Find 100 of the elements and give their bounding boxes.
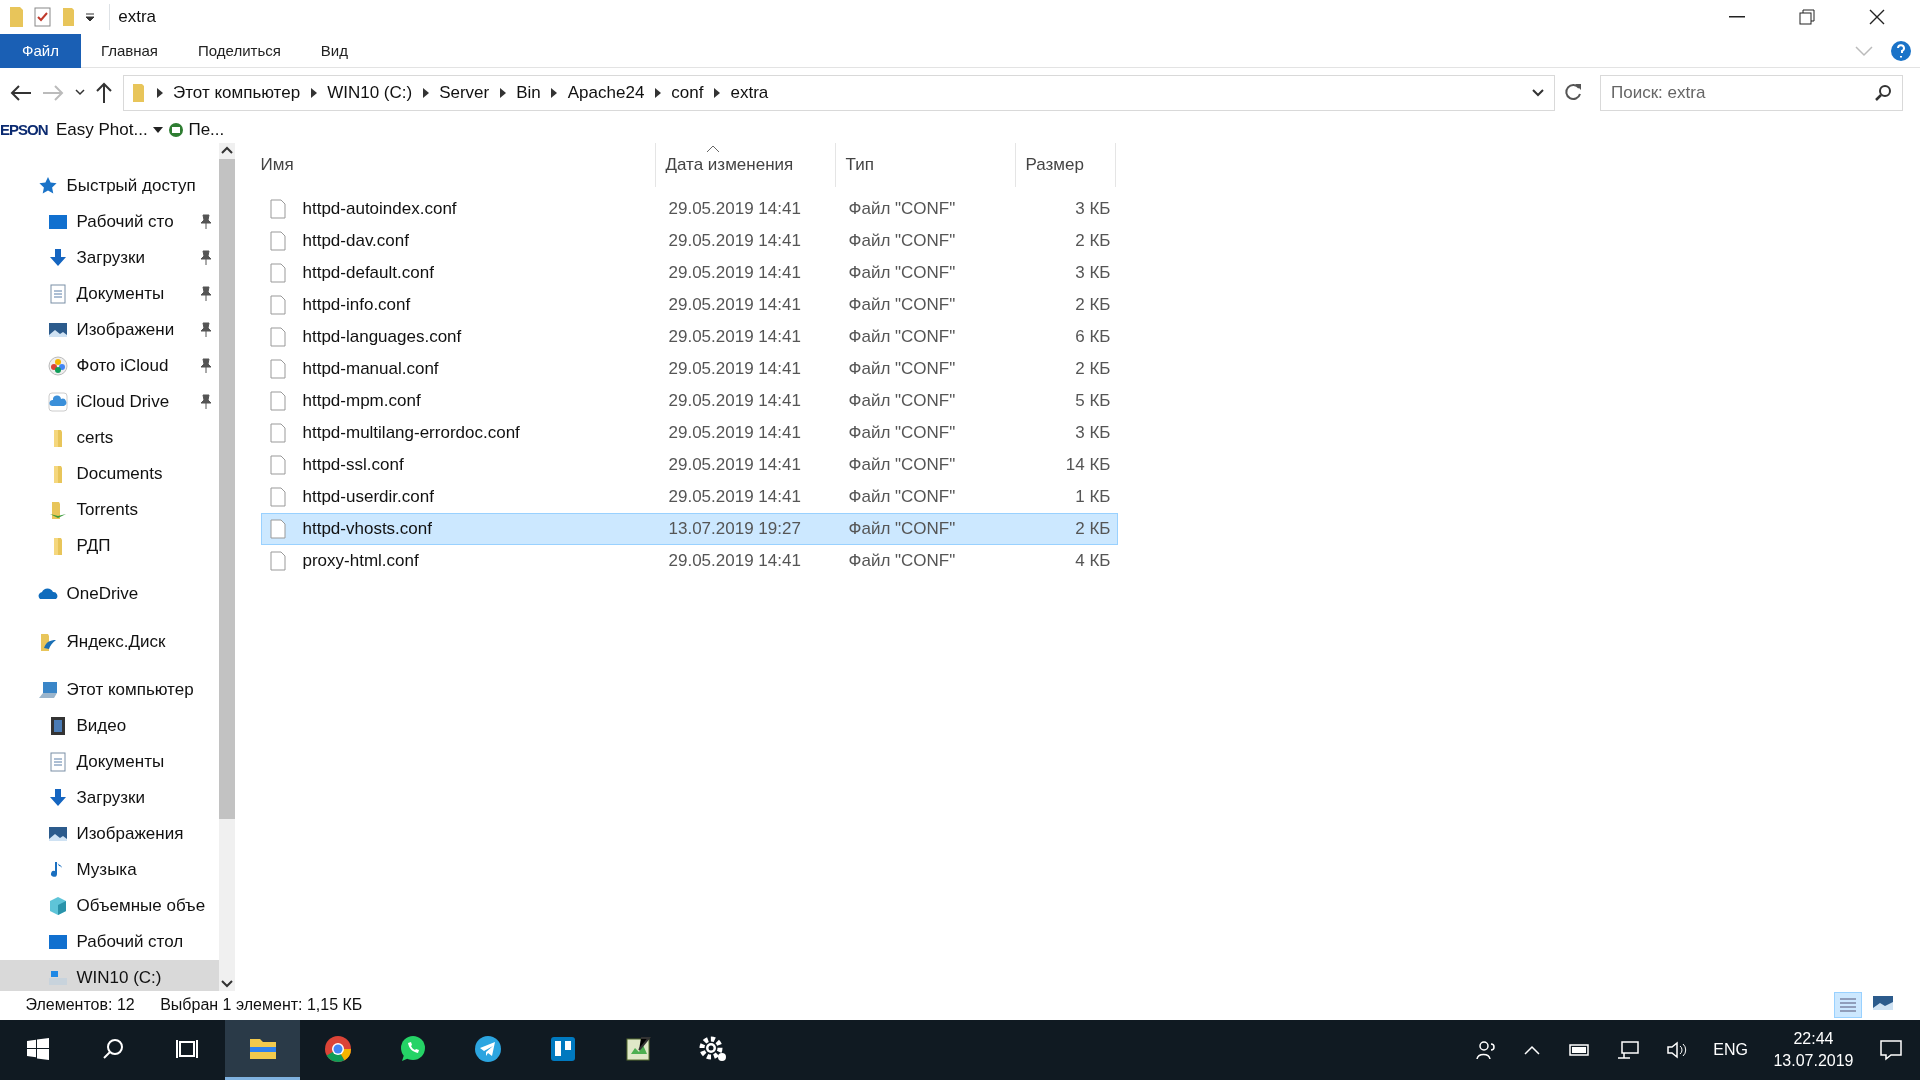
folder-icon	[8, 6, 25, 28]
up-arrow-icon[interactable]	[94, 80, 114, 105]
pin-icon[interactable]	[199, 286, 213, 302]
nav-item[interactable]: iCloud Drive	[0, 384, 219, 420]
language-indicator[interactable]: ENG	[1713, 1038, 1748, 1062]
back-arrow-icon[interactable]	[8, 82, 33, 103]
drive-icon	[48, 968, 68, 988]
nav-item[interactable]: Documents	[0, 456, 219, 492]
file-row[interactable]: httpd-userdir.conf 29.05.2019 14:41 Файл "CONF" 1 КБ	[260, 480, 1118, 513]
chevron-icon[interactable]	[1531, 87, 1545, 98]
ribbon-tab[interactable]: Главная	[80, 34, 178, 68]
column-header[interactable]: Размер	[1025, 151, 1084, 178]
file-row[interactable]: proxy-html.conf 29.05.2019 14:41 Файл "CONF" 4 КБ	[260, 544, 1118, 577]
nav-item[interactable]: Фото iCloud	[0, 348, 219, 384]
file-name: httpd-autoindex.conf	[302, 197, 457, 220]
toolbar-button[interactable]: Easy Phot...	[56, 117, 148, 143]
nav-item[interactable]: Загрузки	[0, 780, 219, 816]
nav-item[interactable]: РДП	[0, 528, 219, 564]
chevron-right-icon[interactable]	[420, 86, 431, 99]
file-type: Файл "CONF"	[847, 485, 957, 508]
file-type: Файл "CONF"	[847, 197, 957, 220]
checklist-icon[interactable]	[33, 7, 53, 27]
file-icon	[269, 198, 286, 219]
chevron-icon[interactable]	[73, 87, 86, 98]
ribbon-tab[interactable]: Файл	[0, 34, 81, 68]
down-arrow-icon	[48, 248, 68, 268]
file-size: 6 КБ	[1074, 325, 1112, 348]
file-row[interactable]: httpd-autoindex.conf 29.05.2019 14:41 Файл "CONF" 3 КБ	[260, 192, 1118, 225]
pin-icon[interactable]	[199, 214, 213, 230]
speaker-icon[interactable]	[1665, 1040, 1688, 1060]
file-row[interactable]: httpd-vhosts.conf 13.07.2019 19:27 Файл "CONF" 2 КБ	[260, 512, 1118, 545]
details-view-icon[interactable]	[1834, 992, 1862, 1019]
windows-logo-icon	[26, 1037, 49, 1060]
nav-item[interactable]: Видео	[0, 708, 219, 744]
nav-item[interactable]: Torrents	[0, 492, 219, 528]
help-icon[interactable]	[1889, 39, 1912, 62]
network-icon[interactable]	[1616, 1040, 1641, 1060]
nav-item[interactable]: Изображения	[0, 816, 219, 852]
chevron-up-icon[interactable]	[1523, 1044, 1542, 1056]
star-icon	[38, 176, 58, 196]
file-row[interactable]: httpd-languages.conf 29.05.2019 14:41 Файл "CONF" 6 КБ	[260, 320, 1118, 353]
nav-item[interactable]: Документы	[0, 276, 219, 312]
scrollbar[interactable]	[219, 142, 235, 991]
chevron-right-icon[interactable]	[154, 86, 165, 99]
file-row[interactable]: httpd-manual.conf 29.05.2019 14:41 Файл "CONF" 2 КБ	[260, 352, 1118, 385]
dropdown-icon[interactable]	[84, 11, 96, 23]
file-row[interactable]: httpd-mpm.conf 29.05.2019 14:41 Файл "CONF" 5 КБ	[260, 384, 1118, 417]
nav-item[interactable]: Этот компьютер	[0, 672, 219, 708]
search-field[interactable]: Поиск: extra	[1600, 74, 1903, 111]
file-size: 14 КБ	[1064, 453, 1112, 476]
column-header[interactable]: Имя	[260, 151, 294, 178]
ribbon-tab[interactable]: Поделиться	[178, 34, 301, 68]
column-header[interactable]: Дата изменения	[665, 151, 794, 178]
file-row[interactable]: httpd-multilang-errordoc.conf 29.05.2019 14:41 Файл "CONF" 3 КБ	[260, 416, 1118, 449]
nav-item[interactable]: WIN10 (C:)	[0, 960, 219, 991]
breadcrumb-item[interactable]: Server	[439, 79, 490, 106]
file-name: httpd-ssl.conf	[302, 453, 404, 476]
nav-item[interactable]: Документы	[0, 744, 219, 780]
file-type: Файл "CONF"	[847, 229, 957, 252]
ribbon-tab[interactable]: Вид	[300, 34, 368, 68]
nav-item[interactable]: Объемные объе	[0, 888, 219, 924]
chevron-right-icon[interactable]	[712, 86, 722, 99]
nav-item[interactable]: OneDrive	[0, 576, 219, 612]
breadcrumb-item[interactable]: Этот компьютер	[173, 79, 301, 106]
file-row[interactable]: httpd-dav.conf 29.05.2019 14:41 Файл "CONF" 2 КБ	[260, 224, 1118, 257]
chevron-right-icon[interactable]	[497, 86, 508, 99]
breadcrumb-item[interactable]: WIN10 (C:)	[327, 79, 413, 106]
notification-icon[interactable]	[1879, 1039, 1903, 1061]
down-arrow-icon	[48, 788, 68, 808]
file-row[interactable]: httpd-info.conf 29.05.2019 14:41 Файл "CONF" 2 КБ	[260, 288, 1118, 321]
breadcrumb-item[interactable]: Apache24	[567, 79, 645, 106]
taskbar-app-button[interactable]	[225, 1020, 300, 1080]
breadcrumb-item[interactable]: conf	[671, 79, 704, 106]
cube-icon	[48, 896, 68, 916]
pin-icon[interactable]	[199, 250, 213, 266]
pin-icon[interactable]	[199, 358, 213, 374]
file-row[interactable]: httpd-ssl.conf 29.05.2019 14:41 Файл "CONF" 14 КБ	[260, 448, 1118, 481]
clock[interactable]: 22:44 13.07.2019	[1773, 1028, 1854, 1072]
battery-icon[interactable]	[1566, 1042, 1591, 1058]
breadcrumb-item[interactable]: Bin	[516, 79, 541, 106]
nav-item[interactable]: Музыка	[0, 852, 219, 888]
nav-item[interactable]: Загрузки	[0, 240, 219, 276]
nav-item[interactable]: Быстрый доступ	[0, 168, 219, 204]
pin-icon[interactable]	[199, 394, 213, 410]
nav-item[interactable]: certs	[0, 420, 219, 456]
nav-item[interactable]: Изображени	[0, 312, 219, 348]
nav-item[interactable]: Яндекс.Диск	[0, 624, 219, 660]
address-bar[interactable]: Этот компьютер WIN10 (C:) Server Bin Apache24 conf extra	[122, 74, 1555, 111]
file-row[interactable]: httpd-default.conf 29.05.2019 14:41 Файл "CONF" 3 КБ	[260, 256, 1118, 289]
people-icon[interactable]	[1475, 1039, 1498, 1061]
file-name: httpd-info.conf	[302, 293, 411, 316]
toolbar-button[interactable]: Пе...	[188, 117, 225, 143]
pin-icon[interactable]	[199, 322, 213, 338]
nav-item[interactable]: Рабочий сто	[0, 204, 219, 240]
nav-item[interactable]: Рабочий стол	[0, 924, 219, 960]
column-header[interactable]: Тип	[845, 151, 874, 178]
chevron-right-icon[interactable]	[308, 86, 319, 99]
caret-icon[interactable]	[151, 124, 164, 135]
breadcrumb-item[interactable]: extra	[730, 79, 769, 106]
chevron-right-icon[interactable]	[652, 86, 663, 99]
